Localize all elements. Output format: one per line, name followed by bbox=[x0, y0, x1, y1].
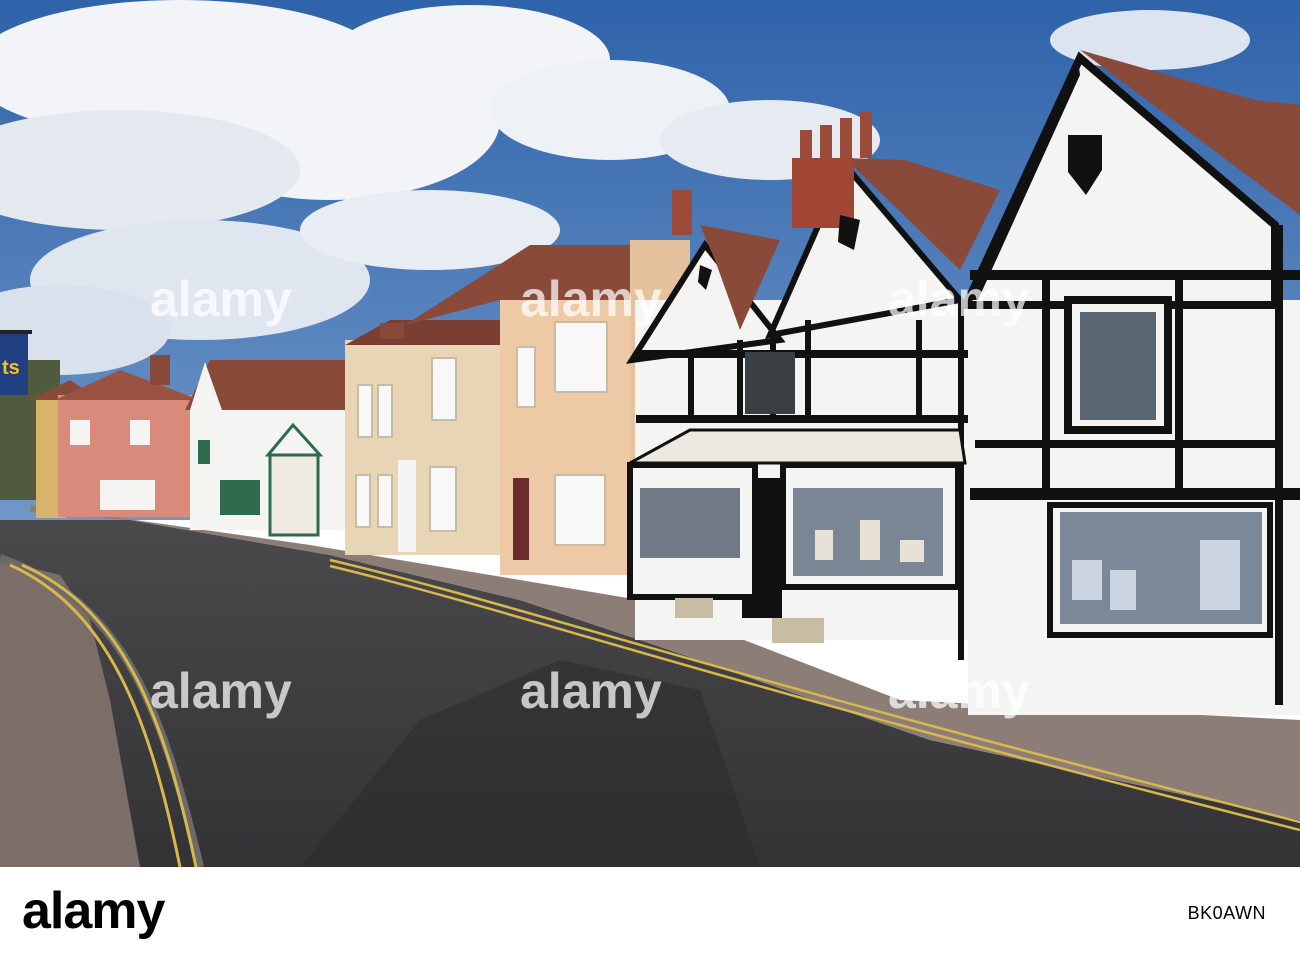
stock-footer: alamy BK0AWN bbox=[0, 867, 1300, 956]
watermark: alamy bbox=[150, 271, 292, 327]
watermark: alamy bbox=[520, 271, 662, 327]
tudor-building bbox=[626, 112, 1000, 660]
watermark: alamy bbox=[888, 271, 1030, 327]
watermark: alamy bbox=[150, 663, 292, 719]
image-id-label: BK0AWN bbox=[1187, 903, 1266, 923]
shop-sign: ts bbox=[0, 330, 32, 395]
street-photo: ts alamy alamy alamy alamy alamy alamy bbox=[0, 0, 1300, 867]
shop-sign-text: ts bbox=[2, 357, 20, 379]
stock-logo: alamy bbox=[22, 882, 165, 940]
watermark: alamy bbox=[888, 663, 1030, 719]
watermark: alamy bbox=[520, 663, 662, 719]
